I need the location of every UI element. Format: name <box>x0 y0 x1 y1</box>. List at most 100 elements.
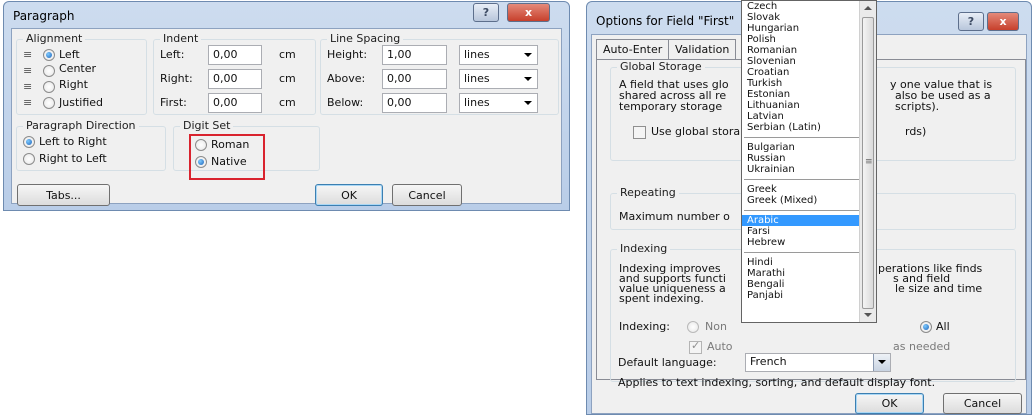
height-field[interactable]: 1,00 <box>382 45 447 65</box>
roman-label: Roman <box>211 138 250 151</box>
language-option[interactable]: Czech <box>742 1 861 12</box>
alignment-justified-radio[interactable] <box>43 97 55 109</box>
language-option[interactable]: Ukrainian <box>742 164 861 175</box>
below-field[interactable]: 0,00 <box>382 93 447 113</box>
tab-validation[interactable]: Validation <box>668 39 737 59</box>
indent-group: Indent Left: 0,00 cm Right: 0,00 cm Firs… <box>153 32 316 115</box>
scroll-up-icon[interactable] <box>864 6 872 10</box>
dropdown-scrollbar[interactable]: ≡ <box>859 1 876 322</box>
indent-right-field[interactable]: 0,00 <box>208 69 262 89</box>
indexing-none-radio[interactable] <box>687 321 699 333</box>
language-option[interactable]: Bulgarian <box>742 142 861 153</box>
check-icon: ✓ <box>691 339 701 352</box>
global-storage-checkbox-label-end: rds) <box>905 125 927 138</box>
alignment-justified-label: Justified <box>59 96 103 109</box>
height-unit-value: lines <box>464 48 490 61</box>
left-to-right-radio[interactable] <box>23 136 35 148</box>
list-separator <box>742 175 861 184</box>
tab-auto-enter[interactable]: Auto-Enter <box>596 39 670 59</box>
alignment-left-radio[interactable] <box>43 49 55 61</box>
left-to-right-label: Left to Right <box>39 135 107 148</box>
language-option[interactable]: Hindi <box>742 257 861 268</box>
tabs-button[interactable]: Tabs... <box>17 184 110 206</box>
direction-group: Paragraph Direction Left to Right Right … <box>16 119 166 171</box>
language-option[interactable]: Hebrew <box>742 237 861 248</box>
ok-button[interactable]: OK <box>855 393 924 414</box>
indent-first-field[interactable]: 0,00 <box>208 93 262 113</box>
language-option[interactable]: Romanian <box>742 45 861 56</box>
language-options: Czech Slovak Hungarian Polish Romanian Sloven… <box>742 1 861 301</box>
indexing-none-label: Non <box>705 320 727 333</box>
language-option[interactable]: Slovak <box>742 12 861 23</box>
tabs-button-label: Tabs... <box>46 188 81 202</box>
dropdown-button[interactable] <box>873 354 890 371</box>
paragraph-title: Paragraph <box>13 9 75 23</box>
cancel-button[interactable]: Cancel <box>392 184 462 206</box>
global-storage-text-3: temporary storage <box>619 100 723 113</box>
language-option[interactable]: Panjabi <box>742 290 861 301</box>
paragraph-dialog: Paragraph ? x Alignment ≡ Left ≡ Center … <box>3 1 570 211</box>
repeating-text: Maximum number o <box>619 210 730 223</box>
global-storage-label: Global Storage <box>617 60 705 73</box>
roman-radio[interactable] <box>195 139 207 151</box>
language-option[interactable]: Croatian <box>742 67 861 78</box>
close-button[interactable]: x <box>987 12 1019 31</box>
language-option[interactable]: Arabic <box>742 215 861 226</box>
ok-button-label: OK <box>881 397 898 410</box>
language-option[interactable]: Greek <box>742 184 861 195</box>
language-option[interactable]: Latvian <box>742 111 861 122</box>
height-unit-select[interactable]: lines <box>459 45 538 65</box>
above-unit-select[interactable]: lines <box>459 69 538 89</box>
help-icon: ? <box>482 6 490 19</box>
language-option[interactable]: Slovenian <box>742 56 861 67</box>
below-unit-select[interactable]: lines <box>459 93 538 113</box>
language-option[interactable]: Marathi <box>742 268 861 279</box>
chevron-down-icon <box>524 101 532 105</box>
global-storage-checkbox[interactable] <box>633 126 646 139</box>
language-option[interactable]: Turkish <box>742 78 861 89</box>
close-icon: x <box>524 6 533 19</box>
scroll-down-icon[interactable] <box>864 313 872 317</box>
language-option[interactable]: Serbian (Latin) <box>742 122 861 133</box>
height-label: Height: <box>327 48 368 61</box>
below-unit-value: lines <box>464 96 490 109</box>
close-button[interactable]: x <box>507 3 550 22</box>
right-to-left-radio[interactable] <box>23 153 35 165</box>
above-unit-value: lines <box>464 72 490 85</box>
indent-right-label: Right: <box>160 72 193 85</box>
paragraph-client: Alignment ≡ Left ≡ Center ≡ Right ≡ Just… <box>11 28 562 206</box>
language-option[interactable]: Russian <box>742 153 861 164</box>
language-option[interactable]: Lithuanian <box>742 100 861 111</box>
alignment-right-radio[interactable] <box>43 81 55 93</box>
below-label: Below: <box>327 96 364 109</box>
field-options-title: Options for Field "First" <box>596 14 735 28</box>
native-radio[interactable] <box>195 156 207 168</box>
digit-set-label: Digit Set <box>180 119 234 132</box>
help-button[interactable]: ? <box>958 12 984 31</box>
indexing-all-radio[interactable] <box>920 321 932 333</box>
chevron-down-icon <box>878 360 886 364</box>
direction-label: Paragraph Direction <box>23 119 139 132</box>
language-option[interactable]: Bengali <box>742 279 861 290</box>
default-language-select[interactable]: French <box>745 353 891 372</box>
scrollbar-thumb[interactable]: ≡ <box>862 17 874 309</box>
indent-left-field[interactable]: 0,00 <box>208 45 262 65</box>
alignment-label: Alignment <box>23 32 86 45</box>
language-option[interactable]: Greek (Mixed) <box>742 195 861 206</box>
language-option[interactable]: Hungarian <box>742 23 861 34</box>
indexing-label: Indexing <box>617 242 671 255</box>
language-option[interactable]: Estonian <box>742 89 861 100</box>
indent-right-unit: cm <box>279 72 296 85</box>
above-field[interactable]: 0,00 <box>382 69 447 89</box>
language-dropdown-list: Czech Slovak Hungarian Polish Romanian Sloven… <box>741 0 877 323</box>
cancel-button[interactable]: Cancel <box>943 393 1022 414</box>
alignment-group: Alignment ≡ Left ≡ Center ≡ Right ≡ Just… <box>16 32 147 115</box>
global-storage-text-6: scripts). <box>895 100 940 113</box>
alignment-center-radio[interactable] <box>43 65 55 77</box>
language-option[interactable]: Polish <box>742 34 861 45</box>
indent-label: Indent <box>160 32 202 45</box>
ok-button-label: OK <box>341 188 357 202</box>
help-button[interactable]: ? <box>473 3 499 22</box>
ok-button[interactable]: OK <box>315 184 383 206</box>
language-option[interactable]: Farsi <box>742 226 861 237</box>
